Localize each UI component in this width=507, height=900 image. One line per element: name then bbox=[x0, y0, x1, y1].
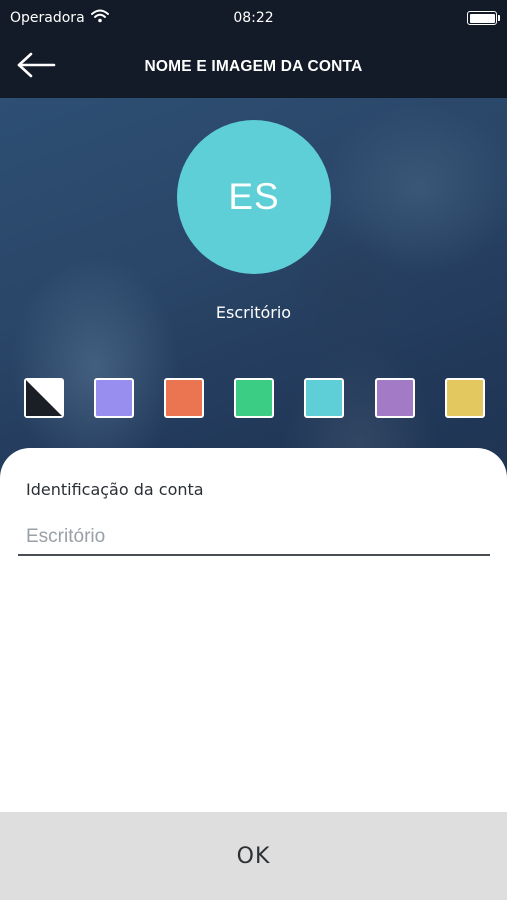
color-swatch-orange[interactable] bbox=[164, 378, 204, 418]
avatar[interactable]: ES bbox=[177, 120, 331, 274]
account-name-input[interactable] bbox=[18, 520, 490, 556]
account-form-sheet: Identificação da conta bbox=[0, 448, 507, 812]
color-swatch-yellow[interactable] bbox=[445, 378, 485, 418]
profile-header: ES Escritório bbox=[0, 98, 507, 478]
wifi-icon bbox=[90, 9, 109, 27]
status-left: Operadora bbox=[10, 9, 109, 27]
status-bar: Operadora 08:22 bbox=[0, 0, 507, 36]
battery-icon bbox=[467, 11, 500, 25]
no-color-icon bbox=[26, 380, 62, 416]
account-id-label: Identificação da conta bbox=[26, 480, 204, 499]
avatar-initials: ES bbox=[228, 176, 280, 217]
page-title: NOME E IMAGEM DA CONTA bbox=[144, 58, 363, 75]
color-swatch-purple[interactable] bbox=[375, 378, 415, 418]
account-name: Escritório bbox=[215, 303, 292, 322]
color-swatch-periwinkle[interactable] bbox=[94, 378, 134, 418]
color-swatch-none[interactable] bbox=[24, 378, 64, 418]
ok-label: OK bbox=[236, 843, 271, 869]
ok-button[interactable]: OK bbox=[0, 812, 507, 900]
carrier-label: Operadora bbox=[10, 10, 85, 26]
color-swatch-green[interactable] bbox=[234, 378, 274, 418]
arrow-left-icon bbox=[16, 52, 56, 82]
color-picker bbox=[24, 378, 486, 418]
back-button[interactable] bbox=[16, 50, 58, 84]
nav-bar: NOME E IMAGEM DA CONTA bbox=[0, 36, 507, 98]
color-swatch-cyan[interactable] bbox=[304, 378, 344, 418]
